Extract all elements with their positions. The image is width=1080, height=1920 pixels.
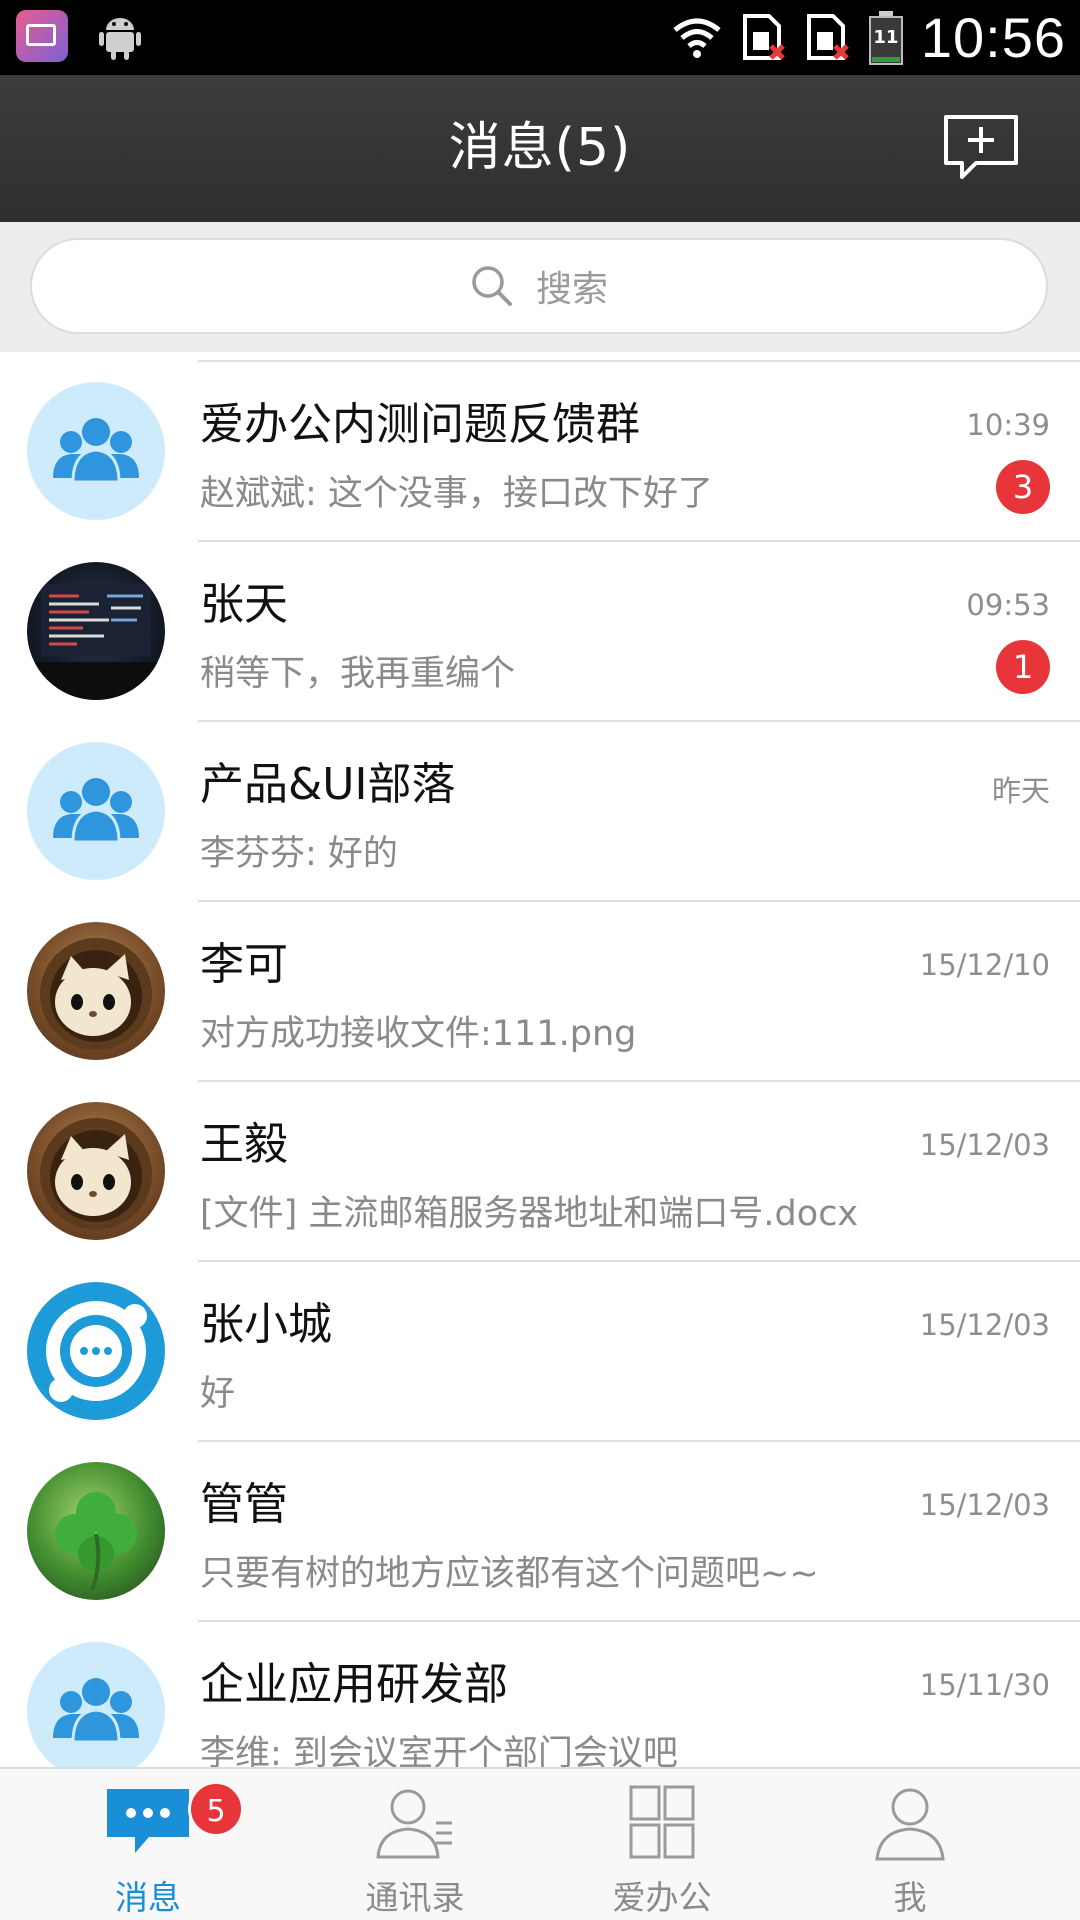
cat-avatar [27, 922, 165, 1060]
group-avatar [27, 742, 165, 880]
search-input[interactable]: 搜索 [30, 238, 1048, 334]
list-item[interactable]: 产品&UI部落 昨天李芬芬: 好的 [0, 722, 1080, 902]
conversation-list[interactable]: 爱办公内测问题反馈群 10:39 赵斌斌: 这个没事，接口改下好了 3 张天 09:53 稍… [0, 352, 1080, 1767]
conversation-name: 张小城 [200, 1299, 332, 1350]
message-preview: 对方成功接收文件:111.png [200, 1014, 637, 1054]
conversation-name: 管管 [200, 1479, 288, 1530]
tab-office[interactable]: 爱办公 [552, 1769, 772, 1920]
conversation-name: 企业应用研发部 [200, 1659, 508, 1710]
unread-badge: 3 [996, 460, 1050, 514]
conversation-time: 昨天 [991, 774, 1050, 808]
tab-messages[interactable]: 5 消息 [38, 1769, 258, 1920]
mail-app-icon [16, 10, 68, 62]
unread-badge: 1 [996, 640, 1050, 694]
message-preview: 稍等下，我再重编个 [200, 654, 516, 694]
notification-icons [16, 10, 142, 62]
conversation-name: 张天 [200, 579, 288, 630]
conversation-name: 李可 [200, 939, 288, 990]
search-placeholder: 搜索 [535, 269, 608, 310]
list-item[interactable]: 管管 15/12/03 只要有树的地方应该都有这个问题吧~~ [0, 1442, 1080, 1622]
apps-grid-icon [629, 1785, 695, 1859]
sim-card-icon [742, 13, 785, 60]
message-bubble-icon [107, 1789, 189, 1853]
list-item[interactable]: 企业应用研发部 15/11/30 李维: 到会议室开个部门会议吧 [0, 1622, 1080, 1767]
tab-me[interactable]: 我 [800, 1769, 1020, 1920]
contacts-icon [376, 1789, 452, 1859]
conversation-time: 10:39 [966, 408, 1050, 442]
tab-label: 消息 [115, 1878, 181, 1917]
conversation-time: 15/12/10 [919, 948, 1050, 982]
clover-avatar [27, 1462, 165, 1600]
wifi-icon [673, 18, 721, 58]
list-item[interactable]: 张小城 15/12/03 好 [0, 1262, 1080, 1442]
conversation-name: 爱办公内测问题反馈群 [200, 399, 640, 450]
conversation-time: 15/12/03 [919, 1308, 1050, 1342]
message-preview: 赵斌斌: 这个没事，接口改下好了 [200, 474, 713, 514]
message-preview: 李芬芬: 好的 [200, 834, 398, 874]
conversation-time: 09:53 [966, 588, 1050, 622]
message-preview: [文件] 主流邮箱服务器地址和端口号.docx [200, 1194, 859, 1234]
tab-label: 通讯录 [365, 1878, 465, 1917]
search-icon [472, 266, 512, 306]
list-item[interactable]: 李可 15/12/10 对方成功接收文件:111.png [0, 902, 1080, 1082]
message-preview: 李维: 到会议室开个部门会议吧 [200, 1734, 678, 1767]
sim-card-icon [806, 13, 849, 60]
list-item[interactable]: 王毅 15/12/03 [文件] 主流邮箱服务器地址和端口号.docx [0, 1082, 1080, 1262]
battery-level: 11 [873, 26, 899, 48]
list-item[interactable]: 张天 09:53 稍等下，我再重编个 1 [0, 542, 1080, 722]
group-avatar [27, 1642, 165, 1767]
chat-logo-avatar [27, 1282, 165, 1420]
bottom-tab-bar: 5 消息 通讯录 爱办公 我 [0, 1767, 1080, 1920]
status-bar: 11 10:56 [0, 0, 1080, 75]
conversation-name: 王毅 [200, 1119, 288, 1170]
search-area: 搜索 [0, 222, 1080, 352]
tab-contacts[interactable]: 通讯录 [305, 1769, 525, 1920]
profile-icon [875, 1788, 945, 1861]
tab-label: 我 [893, 1878, 927, 1917]
tab-label: 爱办公 [612, 1878, 712, 1917]
message-preview: 只要有树的地方应该都有这个问题吧~~ [200, 1554, 819, 1594]
clock: 10:56 [920, 6, 1066, 69]
conversation-time: 15/12/03 [919, 1488, 1050, 1522]
group-avatar [27, 382, 165, 520]
conversation-time: 15/11/30 [919, 1668, 1050, 1702]
message-preview: 好 [200, 1374, 236, 1414]
conversation-name: 产品&UI部落 [200, 759, 456, 810]
list-item[interactable]: 爱办公内测问题反馈群 10:39 赵斌斌: 这个没事，接口改下好了 3 [0, 362, 1080, 542]
tab-badge: 5 [188, 1781, 244, 1837]
page-title: 消息(5) [448, 118, 632, 178]
app-bar: 消息(5) [0, 75, 1080, 222]
conversation-time: 15/12/03 [919, 1128, 1050, 1162]
new-chat-icon [944, 115, 1018, 179]
battery-icon: 11 [868, 10, 903, 65]
code-screen-avatar [27, 562, 165, 700]
new-chat-button[interactable] [942, 113, 1020, 183]
cat-avatar [27, 1102, 165, 1240]
android-icon [99, 18, 141, 60]
